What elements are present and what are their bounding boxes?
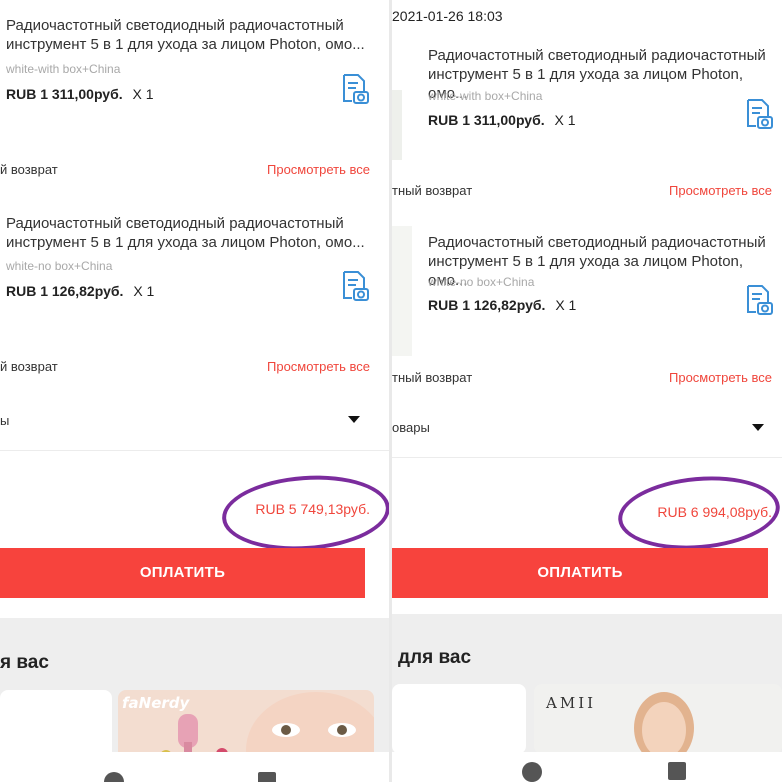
receipt-camera-icon[interactable] xyxy=(338,270,370,302)
order-timestamp: 2021-01-26 18:03 xyxy=(392,8,503,24)
receipt-camera-icon[interactable] xyxy=(742,284,774,316)
product-thumbnail[interactable] xyxy=(392,226,412,356)
product-price: RUB 1 126,82руб. xyxy=(6,283,124,299)
right-screenshot: 2021-01-26 18:03 Радиочастотный светодио… xyxy=(392,0,782,782)
model-photo xyxy=(634,692,694,754)
recommendations-title: я вас xyxy=(0,652,49,673)
view-all-link[interactable]: Просмотреть все xyxy=(267,359,370,374)
product-qty: X 1 xyxy=(554,112,576,128)
return-policy-label: тный возврат xyxy=(392,183,473,198)
left-screenshot: Радиочастотный светодиодный радиочастотн… xyxy=(0,0,390,782)
receipt-camera-icon[interactable] xyxy=(742,98,774,130)
product-variant: white-no box+China xyxy=(428,275,535,289)
annotation-ellipse xyxy=(615,470,782,556)
circle-home-icon[interactable] xyxy=(522,762,542,782)
product-card[interactable]: faNerdy xyxy=(118,690,374,760)
product-variant: white-no box+China xyxy=(6,259,113,273)
product-price-row: RUB 1 126,82руб. X 1 xyxy=(428,297,576,313)
return-policy-label: й возврат xyxy=(0,359,58,374)
face-illustration xyxy=(246,692,374,760)
product-price-row: RUB 1 311,00руб. X 1 xyxy=(428,112,576,128)
product-card[interactable] xyxy=(392,684,526,754)
circle-home-icon[interactable] xyxy=(104,772,124,782)
pay-button[interactable]: ОПЛАТИТЬ xyxy=(0,548,365,598)
pay-button[interactable]: ОПЛАТИТЬ xyxy=(392,548,768,598)
caret-down-icon[interactable] xyxy=(348,416,360,423)
view-all-link[interactable]: Просмотреть все xyxy=(669,370,772,385)
square-recent-icon[interactable] xyxy=(258,772,276,782)
product-title[interactable]: Радиочастотный светодиодный радиочастотн… xyxy=(6,214,376,252)
view-all-link[interactable]: Просмотреть все xyxy=(669,183,772,198)
return-policy-label: й возврат xyxy=(0,162,58,177)
product-price: RUB 1 126,82руб. xyxy=(428,297,546,313)
product-qty: X 1 xyxy=(555,297,577,313)
brand-logo: AMII xyxy=(546,694,597,712)
goods-dropdown-label[interactable]: ы xyxy=(0,413,9,428)
system-navbar xyxy=(0,752,390,782)
return-policy-label: тный возврат xyxy=(392,370,473,385)
product-variant: white-with box+China xyxy=(428,89,543,103)
product-thumbnail[interactable] xyxy=(392,90,402,160)
product-card[interactable]: AMII xyxy=(534,684,782,754)
product-qty: X 1 xyxy=(133,283,155,299)
receipt-camera-icon[interactable] xyxy=(338,73,370,105)
product-price: RUB 1 311,00руб. xyxy=(6,86,123,102)
product-price-row: RUB 1 126,82руб. X 1 xyxy=(6,283,154,299)
divider xyxy=(392,457,782,458)
caret-down-icon[interactable] xyxy=(752,424,764,431)
goods-dropdown-label[interactable]: овары xyxy=(392,420,430,435)
recommendations-title: для вас xyxy=(398,647,472,668)
product-variant: white-with box+China xyxy=(6,62,121,76)
divider xyxy=(0,450,390,451)
system-navbar xyxy=(392,752,782,782)
square-recent-icon[interactable] xyxy=(668,762,686,780)
product-price-row: RUB 1 311,00руб. X 1 xyxy=(6,86,154,102)
product-qty: X 1 xyxy=(132,86,154,102)
product-title[interactable]: Радиочастотный светодиодный радиочастотн… xyxy=(6,16,376,54)
view-all-link[interactable]: Просмотреть все xyxy=(267,162,370,177)
product-price: RUB 1 311,00руб. xyxy=(428,112,545,128)
product-card[interactable] xyxy=(0,690,112,760)
annotation-ellipse xyxy=(219,470,390,556)
